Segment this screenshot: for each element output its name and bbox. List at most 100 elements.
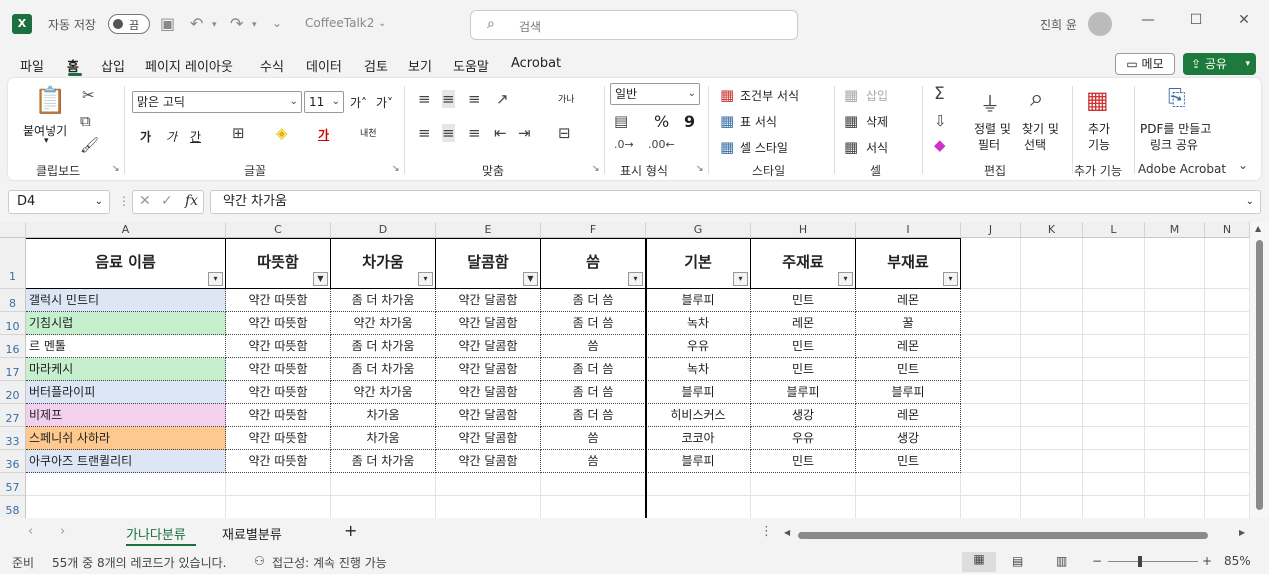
empty-cell[interactable]: [856, 496, 961, 518]
empty-cell[interactable]: [1083, 496, 1145, 518]
bold-button[interactable]: 가: [140, 128, 151, 145]
tab-insert[interactable]: 삽입: [101, 56, 125, 75]
status-accessibility[interactable]: 접근성: 계속 진행 가능: [272, 554, 387, 571]
empty-cell[interactable]: [1021, 473, 1083, 496]
filter-dropdown-icon[interactable]: ▾: [418, 272, 433, 286]
row-header[interactable]: 57: [0, 473, 26, 496]
table-cell[interactable]: 레몬: [751, 312, 856, 335]
empty-cell[interactable]: [1021, 496, 1083, 518]
table-cell[interactable]: 민트: [751, 450, 856, 473]
collapse-ribbon-icon[interactable]: ⌄: [1238, 158, 1248, 172]
table-cell[interactable]: 약간 따뜻함: [226, 404, 331, 427]
tab-file[interactable]: 파일: [20, 56, 44, 75]
table-cell[interactable]: 좀 더 씀: [541, 381, 646, 404]
increase-indent-icon[interactable]: ⇥: [518, 124, 531, 142]
column-header-l[interactable]: L: [1083, 222, 1145, 238]
empty-cell[interactable]: [1145, 312, 1205, 335]
fill-color-icon[interactable]: ◈: [276, 124, 288, 142]
filter-applied-icon[interactable]: ▼: [313, 272, 328, 286]
clear-icon[interactable]: ◆: [934, 136, 946, 154]
table-cell[interactable]: 약간 달콤함: [436, 450, 541, 473]
filter-dropdown-icon[interactable]: ▾: [628, 272, 643, 286]
row-header[interactable]: 17: [0, 358, 26, 381]
table-cell[interactable]: 약간 따뜻함: [226, 289, 331, 312]
table-cell[interactable]: 약간 달콤함: [436, 404, 541, 427]
clipboard-launcher-icon[interactable]: ↘: [112, 164, 120, 174]
empty-cell[interactable]: [1145, 496, 1205, 518]
scroll-left-icon[interactable]: ◀: [784, 528, 790, 537]
cancel-icon[interactable]: ✕: [139, 193, 151, 209]
empty-cell[interactable]: [961, 404, 1021, 427]
sort-filter-button[interactable]: 정렬 및: [974, 120, 1011, 137]
select-all-corner[interactable]: [0, 222, 26, 238]
create-pdf-button[interactable]: PDF를 만들고: [1140, 120, 1211, 137]
empty-cell[interactable]: [961, 312, 1021, 335]
empty-cell[interactable]: [1205, 404, 1250, 427]
percent-button[interactable]: %: [654, 112, 669, 131]
delete-cells-button[interactable]: 삭제: [866, 113, 888, 130]
find-select-button[interactable]: 찾기 및: [1022, 120, 1059, 137]
table-cell[interactable]: 약간 따뜻함: [226, 427, 331, 450]
empty-cell[interactable]: [1021, 427, 1083, 450]
format-cells-button[interactable]: 서식: [866, 139, 888, 156]
empty-cell[interactable]: [1145, 473, 1205, 496]
column-header-a[interactable]: A: [26, 222, 226, 238]
empty-cell[interactable]: [436, 496, 541, 518]
insert-function-button[interactable]: fx: [185, 193, 198, 209]
table-cell[interactable]: 약간 차가움: [331, 312, 436, 335]
scroll-right-icon[interactable]: ▶: [1239, 528, 1245, 537]
tab-review[interactable]: 검토: [364, 56, 388, 75]
tab-view[interactable]: 보기: [408, 56, 432, 75]
empty-cell[interactable]: [1145, 381, 1205, 404]
empty-cell[interactable]: [1083, 473, 1145, 496]
table-cell[interactable]: 레몬: [856, 404, 961, 427]
avatar[interactable]: [1088, 12, 1112, 36]
share-button[interactable]: ⇪ 공유 ▾: [1183, 53, 1256, 75]
paste-dropdown-icon[interactable]: ▾: [44, 136, 49, 146]
table-cell[interactable]: 블루피: [646, 450, 751, 473]
table-cell[interactable]: 블루피: [751, 381, 856, 404]
number-launcher-icon[interactable]: ↘: [696, 164, 704, 174]
table-cell[interactable]: 민트: [751, 358, 856, 381]
empty-cell[interactable]: [1145, 238, 1205, 289]
empty-cell[interactable]: [1083, 335, 1145, 358]
prev-sheet-icon[interactable]: ‹: [28, 524, 33, 539]
drink-name-cell[interactable]: 버터플라이피: [26, 381, 226, 404]
table-cell[interactable]: 민트: [856, 358, 961, 381]
column-header-k[interactable]: K: [1021, 222, 1083, 238]
align-center-icon[interactable]: ≡: [442, 124, 455, 142]
align-right-icon[interactable]: ≡: [468, 124, 481, 142]
empty-cell[interactable]: [751, 496, 856, 518]
column-header-c[interactable]: C: [226, 222, 331, 238]
empty-cell[interactable]: [1083, 238, 1145, 289]
add-sheet-button[interactable]: +: [344, 521, 357, 540]
minimize-icon[interactable]: —: [1138, 12, 1158, 28]
sheet-tab-alphabetical[interactable]: 가나다분류: [126, 524, 186, 543]
empty-cell[interactable]: [541, 496, 646, 518]
empty-cell[interactable]: [646, 496, 751, 518]
fill-icon[interactable]: ⇩: [934, 112, 947, 130]
empty-cell[interactable]: [26, 473, 226, 496]
horizontal-scroll-thumb[interactable]: [798, 532, 1208, 539]
empty-cell[interactable]: [1205, 473, 1250, 496]
empty-cell[interactable]: [1145, 289, 1205, 312]
table-cell[interactable]: 좀 더 씀: [541, 358, 646, 381]
grow-font-button[interactable]: 가˄: [350, 94, 367, 111]
scroll-up-icon[interactable]: ▲: [1255, 224, 1261, 233]
table-cell[interactable]: 코코아: [646, 427, 751, 450]
table-cell[interactable]: 우유: [751, 427, 856, 450]
font-size-select[interactable]: 11 ⌄: [304, 91, 344, 113]
table-cell[interactable]: 씀: [541, 450, 646, 473]
maximize-icon[interactable]: ☐: [1186, 12, 1206, 28]
column-header-h[interactable]: H: [751, 222, 856, 238]
row-header[interactable]: 36: [0, 450, 26, 473]
zoom-out-icon[interactable]: −: [1092, 554, 1102, 568]
empty-cell[interactable]: [1205, 312, 1250, 335]
title-dropdown-icon[interactable]: ⌄: [378, 18, 386, 29]
underline-button[interactable]: 간: [190, 128, 201, 145]
table-cell[interactable]: 블루피: [646, 381, 751, 404]
table-cell[interactable]: 약간 달콤함: [436, 312, 541, 335]
table-cell[interactable]: 차가움: [331, 427, 436, 450]
column-header-e[interactable]: E: [436, 222, 541, 238]
row-header[interactable]: 27: [0, 404, 26, 427]
